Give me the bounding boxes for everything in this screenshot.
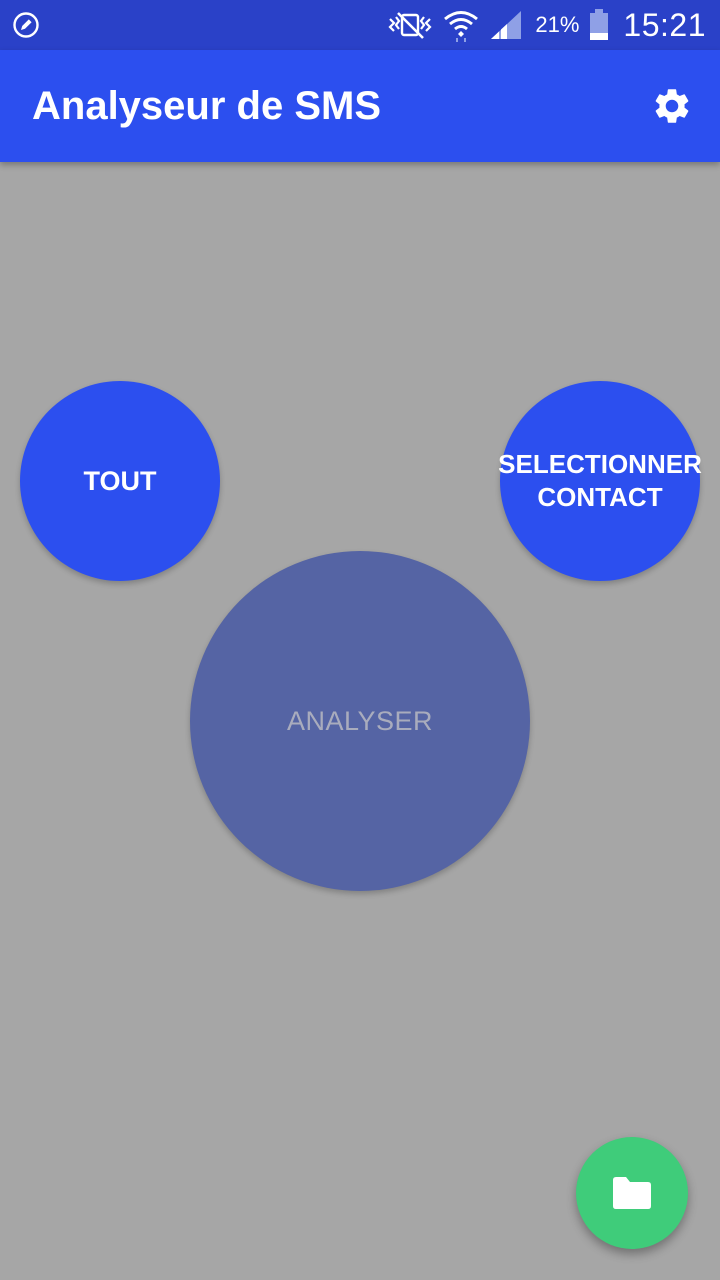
app-title: Analyseur de SMS bbox=[32, 84, 382, 128]
status-bar: 21% 15:21 bbox=[0, 0, 720, 50]
tout-button-label: TOUT bbox=[83, 465, 157, 496]
battery-percent: 21% bbox=[535, 12, 580, 37]
analyser-button[interactable]: ANALYSER bbox=[190, 551, 530, 891]
tout-button[interactable]: TOUT bbox=[20, 381, 220, 581]
battery-icon bbox=[590, 9, 609, 40]
select-contact-button[interactable]: SELECTIONNER CONTACT bbox=[498, 381, 702, 581]
folder-fab-button[interactable] bbox=[576, 1137, 688, 1249]
status-icons: 21% 15:21 bbox=[387, 0, 706, 50]
settings-button[interactable] bbox=[644, 78, 700, 134]
app-bar: Analyseur de SMS bbox=[0, 50, 720, 162]
analyser-button-label: ANALYSER bbox=[286, 705, 434, 736]
vibrate-mute-icon bbox=[388, 12, 432, 39]
folder-icon bbox=[613, 1177, 651, 1209]
signal-icon bbox=[491, 11, 522, 39]
select-contact-button-label: SELECTIONNER CONTACT bbox=[498, 449, 702, 512]
wifi-icon bbox=[444, 11, 479, 42]
clock-time: 15:21 bbox=[623, 6, 706, 43]
gear-icon bbox=[655, 89, 689, 123]
screen: 21% 15:21 Analyseur de SMS TOUT SELECTIO… bbox=[0, 0, 720, 1280]
edit-compass-icon bbox=[13, 12, 39, 38]
